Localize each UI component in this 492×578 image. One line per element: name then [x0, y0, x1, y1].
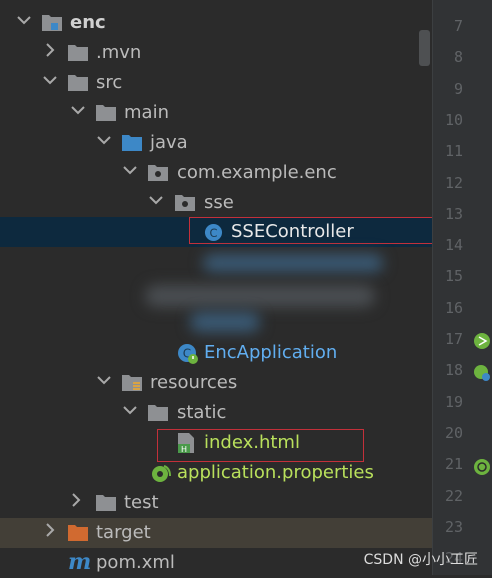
tree-row-package[interactable]: com.example.enc [0, 158, 432, 188]
line-number: 20 [444, 423, 463, 442]
tree-label-test: test [124, 492, 159, 513]
blurred-item [203, 254, 383, 272]
tree-label-pom: pom.xml [96, 552, 175, 573]
chevron-right-icon[interactable] [68, 492, 84, 508]
tree-label-application-properties: application.properties [177, 462, 374, 483]
tree-row-resources[interactable]: resources [0, 368, 432, 398]
folder-icon [96, 105, 116, 121]
tree-row-test[interactable]: test [0, 488, 432, 518]
tree-label-src: src [96, 72, 123, 93]
line-number: 9 [453, 79, 463, 98]
tree-row-enc-application[interactable]: C EncApplication [0, 338, 432, 368]
tree-label-resources: resources [150, 372, 238, 393]
line-number: 21 [444, 455, 463, 474]
tree-row-static[interactable]: static [0, 398, 432, 428]
chevron-down-icon[interactable] [148, 192, 164, 208]
tree-row-application-properties[interactable]: application.properties [0, 458, 432, 488]
tree-label-java: java [150, 132, 188, 153]
spring-properties-icon [152, 465, 171, 482]
line-number: 12 [444, 173, 463, 192]
line-number: 8 [453, 48, 463, 67]
blurred-item [190, 312, 260, 332]
line-number: 19 [444, 392, 463, 411]
line-number: 22 [444, 486, 463, 505]
line-number: 23 [444, 517, 463, 536]
tree-label-package: com.example.enc [177, 162, 337, 183]
tree-row-main[interactable]: main [0, 98, 432, 128]
line-number: 17 [444, 330, 463, 348]
package-icon [148, 165, 168, 181]
tree-row-sse[interactable]: sse [0, 188, 432, 218]
tree-label-main: main [124, 102, 169, 123]
highlight-box [189, 217, 433, 244]
tree-label-enc: enc [70, 12, 106, 33]
blurred-item [145, 285, 375, 307]
folder-icon [68, 75, 88, 91]
resources-folder-icon [122, 375, 142, 391]
tree-label-static: static [177, 402, 227, 423]
spring-run-gutter-icon[interactable] [473, 332, 491, 350]
line-number: 10 [444, 110, 463, 129]
chevron-down-icon[interactable] [96, 372, 112, 388]
tree-row-java[interactable]: java [0, 128, 432, 158]
package-icon [175, 195, 195, 211]
chevron-down-icon[interactable] [42, 72, 58, 88]
vertical-scrollbar[interactable] [419, 30, 430, 66]
maven-icon: m [68, 549, 92, 575]
spring-web-gutter-icon[interactable] [473, 458, 491, 476]
chevron-down-icon[interactable] [96, 132, 112, 148]
source-folder-icon [122, 135, 142, 151]
chevron-down-icon[interactable] [16, 12, 32, 28]
spring-bean-gutter-icon[interactable] [473, 364, 491, 382]
chevron-right-icon[interactable] [42, 42, 58, 58]
folder-icon [68, 45, 88, 61]
chevron-right-icon[interactable] [42, 522, 58, 538]
line-number: 13 [444, 204, 463, 223]
project-tree: enc .mvn src main java com.example.enc s… [0, 0, 433, 575]
folder-icon [148, 405, 168, 421]
line-number: 16 [444, 298, 463, 317]
watermark: CSDN @小小工匠 [363, 552, 478, 568]
tree-label-target: target [96, 522, 151, 543]
line-number: 15 [444, 267, 463, 286]
folder-icon [96, 495, 116, 511]
tree-label-mvn: .mvn [96, 42, 142, 63]
tree-row-mvn[interactable]: .mvn [0, 38, 432, 68]
line-number: 18 [444, 361, 463, 380]
chevron-down-icon[interactable] [70, 102, 86, 118]
chevron-down-icon[interactable] [122, 162, 138, 178]
line-number: 7 [453, 17, 463, 35]
tree-row-src[interactable]: src [0, 68, 432, 98]
tree-row-target[interactable]: target [0, 518, 432, 548]
excluded-folder-icon [68, 525, 88, 541]
tree-row-enc[interactable]: enc [0, 8, 432, 38]
spring-boot-class-icon: C [178, 344, 198, 364]
module-folder-icon [42, 15, 62, 31]
line-number: 11 [444, 142, 463, 161]
chevron-down-icon[interactable] [122, 402, 138, 418]
tree-label-sse: sse [204, 192, 234, 213]
tree-label-enc-application: EncApplication [204, 342, 338, 363]
editor-gutter: 7 8 9 10 11 12 13 14 15 16 17 18 19 20 21 22 23 24 [432, 0, 492, 575]
line-number: 14 [444, 236, 463, 255]
